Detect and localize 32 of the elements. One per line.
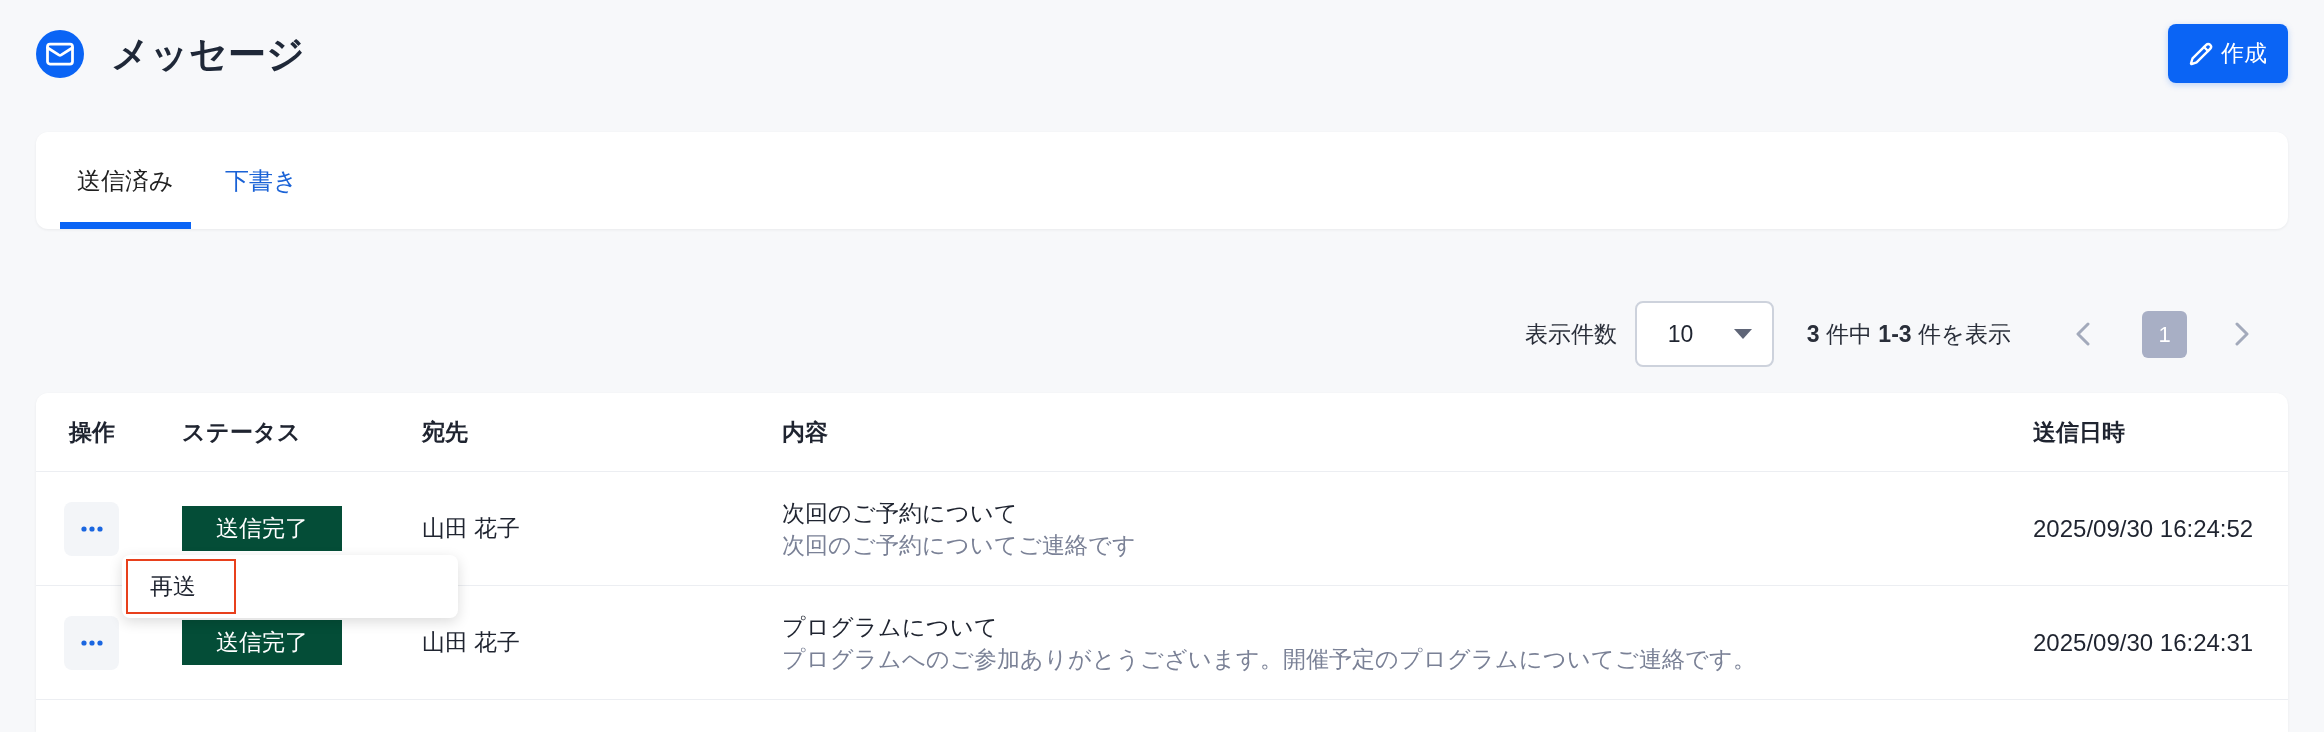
message-preview: 次回のご予約についてご連絡です <box>782 530 1136 560</box>
mail-icon <box>36 29 84 78</box>
column-header: ステータス <box>182 418 301 445</box>
message-subject: プログラムについて <box>782 612 998 642</box>
column-header: 送信日時 <box>2033 418 2125 445</box>
recipient-name: 山田 花子 <box>422 515 521 542</box>
status-badge: 送信完了 <box>182 620 342 665</box>
sent-date: 2025/09/30 16:24:52 <box>2033 514 2254 542</box>
status-badge: 送信完了 <box>182 506 342 551</box>
column-header: 操作 <box>69 418 115 445</box>
tab[interactable]: 下書き <box>208 132 315 229</box>
message-subject: 次回のご予約について <box>782 498 1018 528</box>
more-button[interactable] <box>64 615 119 670</box>
menu-item[interactable]: 再送 <box>126 559 236 614</box>
page-title: メッセージ <box>111 34 305 73</box>
page-size-select[interactable]: 10 <box>1634 301 1774 367</box>
more-button[interactable] <box>64 501 119 556</box>
tab[interactable]: 送信済み <box>60 132 191 229</box>
ellipsis-icon <box>80 525 103 532</box>
caret-down-icon <box>1733 329 1752 339</box>
recipient-name: 山田 花子 <box>422 629 521 656</box>
ellipsis-icon <box>80 639 103 646</box>
compose-button[interactable]: 作成 <box>2168 24 2288 83</box>
result-summary: 3 件中 1-3 件を表示 <box>1806 319 2011 349</box>
sent-date: 2025/09/30 16:24:31 <box>2033 628 2254 656</box>
page-size-label: 表示件数 <box>1524 319 1617 349</box>
message-preview: プログラムへのご参加ありがとうございます。開催予定のプログラムについてご連絡です。 <box>782 644 1756 674</box>
pencil-icon <box>2189 41 2213 66</box>
chevron-right-icon[interactable] <box>2235 322 2250 346</box>
column-header: 宛先 <box>422 418 468 445</box>
column-header: 内容 <box>782 418 828 445</box>
chevron-left-icon[interactable] <box>2075 322 2090 346</box>
